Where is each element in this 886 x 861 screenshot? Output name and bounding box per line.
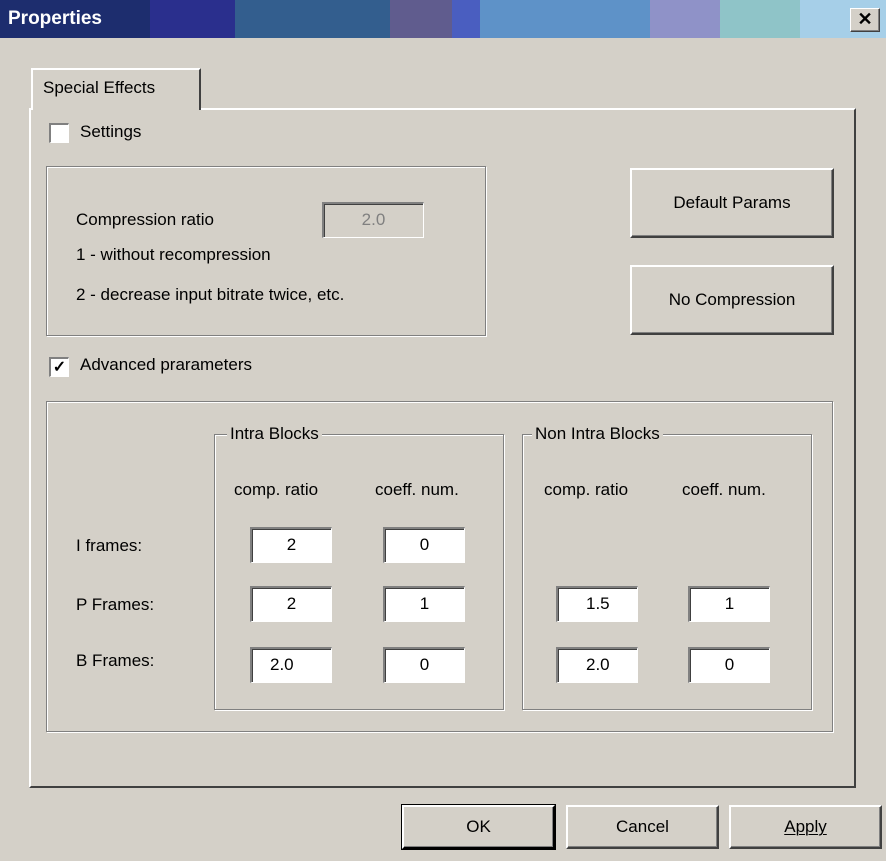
cancel-button[interactable]: Cancel xyxy=(566,805,719,849)
b-frames-non-intra-coeff-num-field[interactable]: 0 xyxy=(688,647,770,683)
ok-button[interactable]: OK xyxy=(401,804,556,850)
close-icon: ✕ xyxy=(857,9,873,29)
advanced-parameters-checkbox[interactable]: ✓ xyxy=(49,357,69,377)
intra-coeff-num-header: coeff. num. xyxy=(375,480,459,499)
check-mark-icon: ✓ xyxy=(52,359,67,376)
p-frames-non-intra-coeff-num-field[interactable]: 1 xyxy=(688,586,770,622)
ok-label: OK xyxy=(466,817,491,836)
title-bar[interactable] xyxy=(0,0,886,38)
p-frames-intra-comp-ratio-field[interactable]: 2 xyxy=(250,586,332,622)
settings-checkbox[interactable] xyxy=(49,123,69,143)
intra-comp-ratio-header: comp. ratio xyxy=(234,480,319,499)
i-frames-intra-coeff-num-field[interactable]: 0 xyxy=(383,527,465,563)
compression-ratio-field[interactable]: 2.0 xyxy=(322,202,424,238)
default-params-label: Default Params xyxy=(673,193,791,212)
p-frames-intra-coeff-num-field[interactable]: 1 xyxy=(383,586,465,622)
apply-label: Apply xyxy=(784,817,827,836)
i-frames-intra-comp-ratio-field[interactable]: 2 xyxy=(250,527,332,563)
compression-ratio-label: Compression ratio xyxy=(76,210,214,229)
tab-label: Special Effects xyxy=(43,78,156,97)
default-params-button[interactable]: Default Params xyxy=(630,168,834,238)
b-frames-intra-comp-ratio-field[interactable]: 2.0 xyxy=(250,647,332,683)
window-title: Properties xyxy=(8,8,102,29)
non-intra-coeff-num-header: coeff. num. xyxy=(682,480,766,499)
no-compression-button[interactable]: No Compression xyxy=(630,265,834,335)
no-compression-label: No Compression xyxy=(668,290,796,309)
settings-label: Settings xyxy=(80,122,142,141)
non-intra-blocks-caption: Non Intra Blocks xyxy=(532,424,663,444)
tab-special-effects[interactable]: Special Effects xyxy=(31,68,201,110)
cancel-label: Cancel xyxy=(616,817,669,836)
b-frames-intra-coeff-num-field[interactable]: 0 xyxy=(383,647,465,683)
advanced-parameters-label: Advanced prarameters xyxy=(80,355,252,374)
b-frames-non-intra-comp-ratio-field[interactable]: 2.0 xyxy=(556,647,638,683)
apply-button[interactable]: Apply xyxy=(729,805,882,849)
b-frames-label: B Frames: xyxy=(76,651,155,670)
i-frames-label: I frames: xyxy=(76,536,143,555)
hint-without-recompression: 1 - without recompression xyxy=(76,245,271,264)
intra-blocks-caption: Intra Blocks xyxy=(227,424,322,444)
non-intra-comp-ratio-header: comp. ratio xyxy=(544,480,629,499)
p-frames-label: P Frames: xyxy=(76,595,155,614)
close-button[interactable]: ✕ xyxy=(850,8,880,32)
hint-decrease-bitrate: 2 - decrease input bitrate twice, etc. xyxy=(76,285,345,304)
p-frames-non-intra-comp-ratio-field[interactable]: 1.5 xyxy=(556,586,638,622)
